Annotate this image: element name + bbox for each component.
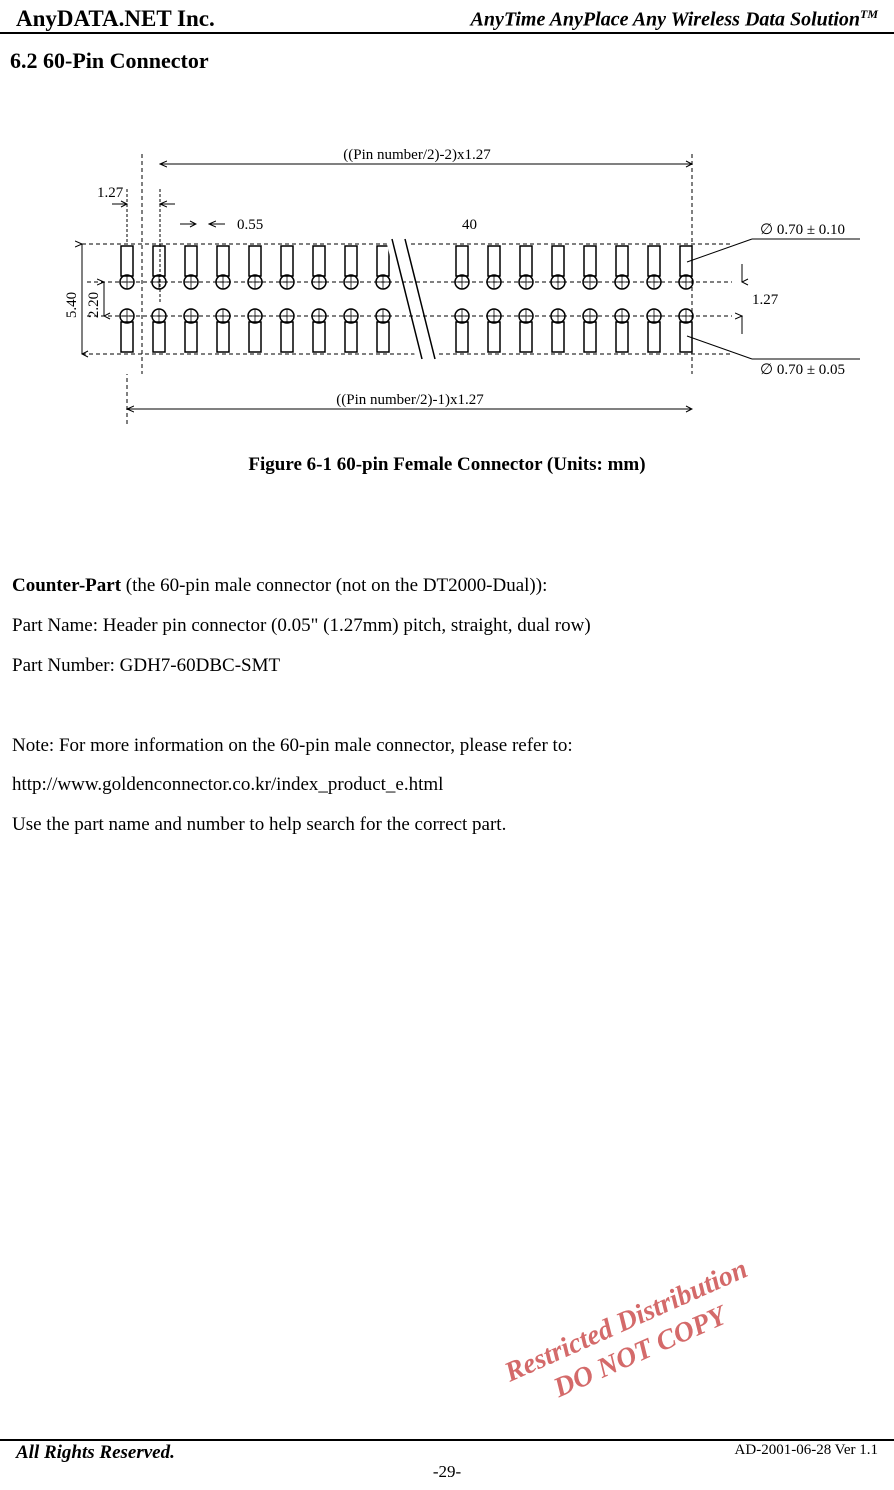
part-number-line: Part Number: GDH7-60DBC-SMT: [12, 646, 882, 686]
figure-caption: Figure 6-1 60-pin Female Connector (Unit…: [0, 454, 894, 476]
footer-right: AD-2001-06-28 Ver 1.1: [735, 1442, 878, 1464]
dim-1-27-right: 1.27: [752, 292, 779, 308]
dim-bottom-label: ((Pin number/2)-1)x1.27: [336, 392, 484, 408]
page-header: AnyDATA.NET Inc. AnyTime AnyPlace Any Wi…: [0, 0, 894, 34]
footer-left: All Rights Reserved.: [16, 1442, 175, 1464]
dim-5-40: 5.40: [64, 292, 80, 318]
label-40: 40: [462, 217, 477, 233]
counter-part-line: Counter-Part (the 60-pin male connector …: [12, 566, 882, 606]
company-name: AnyDATA.NET Inc.: [16, 6, 215, 32]
section-title: 6.2 60-Pin Connector: [0, 34, 894, 74]
note-line: Note: For more information on the 60-pin…: [12, 726, 882, 766]
counter-part-rest: (the 60-pin male connector (not on the D…: [121, 575, 547, 596]
counter-part-label: Counter-Part: [12, 575, 121, 596]
dim-top-label: ((Pin number/2)-2)x1.27: [343, 147, 491, 163]
tagline-tm: TM: [860, 7, 878, 21]
url-line: http://www.goldenconnector.co.kr/index_p…: [12, 765, 882, 805]
watermark: Restricted Distribution DO NOT COPY: [500, 1252, 767, 1420]
dim-0-55: 0.55: [237, 217, 263, 233]
dim-1-27-left: 1.27: [97, 185, 124, 201]
watermark-line1: Restricted Distribution: [500, 1252, 753, 1389]
dia-top-label: ∅ 0.70 ± 0.10: [760, 222, 845, 238]
part-name-line: Part Name: Header pin connector (0.05" (…: [12, 606, 882, 646]
watermark-line2: DO NOT COPY: [513, 1283, 766, 1420]
page-footer: All Rights Reserved. AD-2001-06-28 Ver 1…: [0, 1439, 894, 1490]
footer-page-number: -29-: [16, 1462, 878, 1482]
dim-2-20: 2.20: [86, 292, 102, 318]
tagline: AnyTime AnyPlace Any Wireless Data Solut…: [471, 7, 878, 32]
figure-diagram: ((Pin number/2)-2)x1.27 ((Pin number/2)-…: [32, 144, 862, 444]
dia-bottom-label: ∅ 0.70 ± 0.05: [760, 362, 845, 378]
tagline-text: AnyTime AnyPlace Any Wireless Data Solut…: [471, 9, 860, 31]
body-text: Counter-Part (the 60-pin male connector …: [0, 566, 894, 845]
connector-pads-right: [455, 246, 693, 352]
use-line: Use the part name and number to help sea…: [12, 805, 882, 845]
